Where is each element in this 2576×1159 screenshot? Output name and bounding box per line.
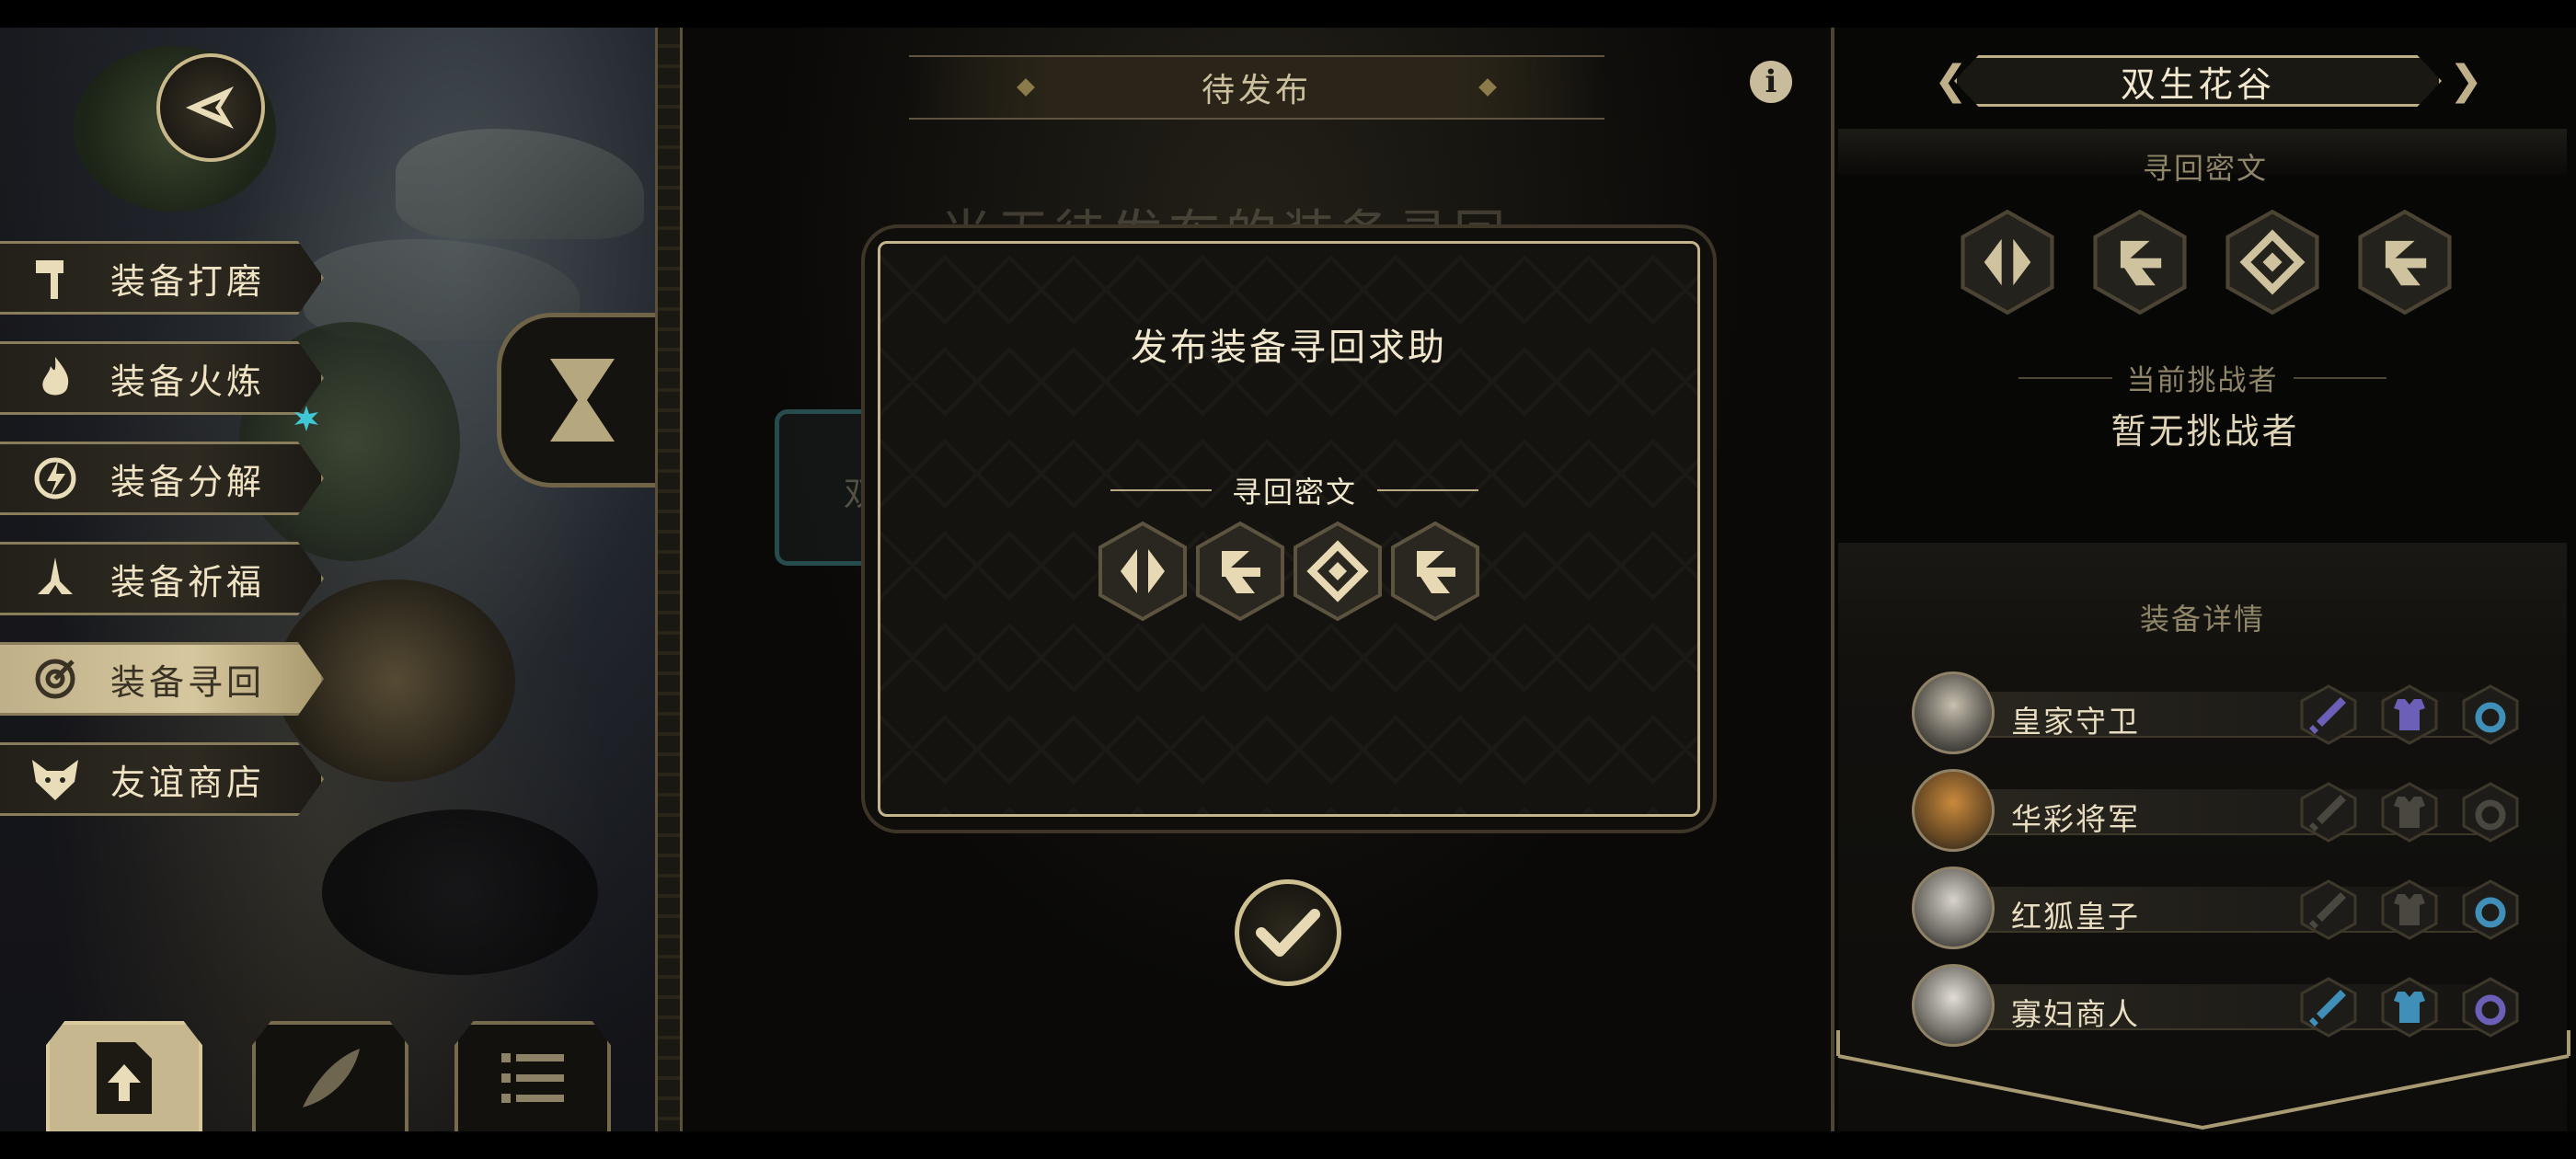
checkmark-icon [1256,909,1320,957]
rune-split-icon [1097,520,1189,623]
corner-ornament [880,771,924,814]
menu-item-label: 装备寻回 [110,661,266,703]
ring-icon [2460,782,2521,843]
dialog-frame: 发布装备寻回求助 寻回密文 [878,241,1700,817]
list-icon [501,1053,564,1103]
menu-item-polish[interactable]: 装备打磨 [0,241,324,315]
armor-icon [2379,782,2440,843]
cipher-title: 寻回密文 [2142,151,2268,186]
challenger-value: 暂无挑战者 [2110,411,2300,452]
side-menu: 装备打磨 装备火炼 装备分解 装备祈福 装备寻回 友谊商店 [0,241,331,843]
tab-feather[interactable] [252,1021,408,1131]
equipment-row[interactable]: 皇家守卫 [1912,671,2519,754]
sword-icon [2298,977,2359,1038]
dialog-cipher-label-row: 寻回密文 [1110,469,1479,511]
sword-icon [2298,782,2359,843]
menu-item-label: 装备火炼 [110,361,266,402]
sword-icon [2298,879,2359,940]
menu-item-label: 友谊商店 [110,762,266,803]
menu-item-bless[interactable]: 装备祈福 [0,542,324,615]
menu-item-forge[interactable]: 装备火炼 [0,341,324,415]
equipment-row[interactable]: 红狐皇子 [1912,866,2519,949]
armor-icon [2379,977,2440,1038]
diamond-ornament [1017,78,1035,97]
chevron-right-icon[interactable]: ❯ [2449,61,2483,101]
corner-ornament [1654,244,1697,287]
upload-file-icon [97,1042,152,1114]
confirm-button[interactable] [1235,879,1341,986]
location-header: 双生花谷 [1954,55,2442,107]
hero-name: 寡妇商人 [2011,996,2140,1032]
avatar [1912,769,1995,852]
fox-icon [26,750,85,809]
equipment-title: 装备详情 [2139,602,2265,637]
tab-publish[interactable] [46,1021,202,1131]
pending-title: 待发布 [1201,72,1312,109]
dialog-title: 发布装备寻回求助 [1131,327,1447,369]
ring-icon [2460,977,2521,1038]
tab-list[interactable] [454,1021,611,1131]
rune-diamond-icon [1292,520,1384,623]
rune-swirl-icon [2091,208,2189,316]
back-button[interactable] [156,53,265,162]
hourglass-icon [549,359,615,442]
target-icon [26,649,85,708]
panel-bottom-border [1836,1030,2570,1130]
ring-icon [2460,879,2521,940]
decompose-icon [26,449,85,508]
rune-swirl-icon [1389,520,1481,623]
right-panel: ❮ 双生花谷 ❯ 寻回密文 当前挑战者 暂无挑战者 装备详情 皇家守卫 华彩将军… [1831,28,2576,1131]
hero-name: 皇家守卫 [2011,704,2140,740]
corner-ornament [1654,771,1697,814]
menu-item-decompose[interactable]: 装备分解 [0,442,324,515]
right-rune-list [1959,208,2454,316]
dialog-cipher-label: 寻回密文 [1232,475,1358,510]
equipment-row[interactable]: 华彩将军 [1912,769,2519,852]
shadow-figure [322,809,598,975]
pray-icon [26,549,85,608]
location-name: 双生花谷 [2120,63,2275,105]
ring-icon [2460,684,2521,745]
armor-icon [2379,879,2440,940]
ship-sail [396,129,644,239]
publish-dialog: 发布装备寻回求助 寻回密文 [861,224,1717,833]
rune-swirl-icon [2356,208,2454,316]
menu-item-retrieve[interactable]: 装备寻回 [0,642,324,716]
armor-icon [2379,684,2440,745]
panel-divider [655,28,683,1131]
hammer-icon [26,248,85,307]
center-panel: 待发布 i 当无待发布的装备寻回 双 发布装备寻回求助 寻回密文 [683,28,1831,1131]
feather-icon [303,1049,360,1107]
rune-split-icon [1959,208,2056,316]
menu-item-friend-shop[interactable]: 友谊商店 [0,742,324,816]
sword-icon [2298,684,2359,745]
menu-item-label: 装备打磨 [110,260,266,302]
flame-icon [26,349,85,407]
dialog-rune-list [880,520,1697,623]
menu-item-label: 装备分解 [110,461,266,502]
corner-ornament [880,244,924,287]
challenger-label: 当前挑战者 [2126,364,2279,397]
menu-item-label: 装备祈福 [110,561,266,602]
back-arrow-icon [186,86,234,129]
challenger-label-row: 当前挑战者 [2018,357,2386,398]
notification-dot [294,406,318,431]
side-emblem-tab[interactable] [497,313,662,488]
avatar [1912,866,1995,949]
rune-swirl-icon [1194,520,1286,623]
info-icon: i [1765,63,1777,100]
rune-diamond-icon [2224,208,2321,316]
diamond-ornament [1478,78,1497,97]
hero-name: 华彩将军 [2011,801,2140,837]
info-button[interactable]: i [1750,61,1792,103]
hero-name: 红狐皇子 [2011,899,2140,935]
pending-banner: 待发布 [909,55,1604,120]
avatar [1912,671,1995,754]
